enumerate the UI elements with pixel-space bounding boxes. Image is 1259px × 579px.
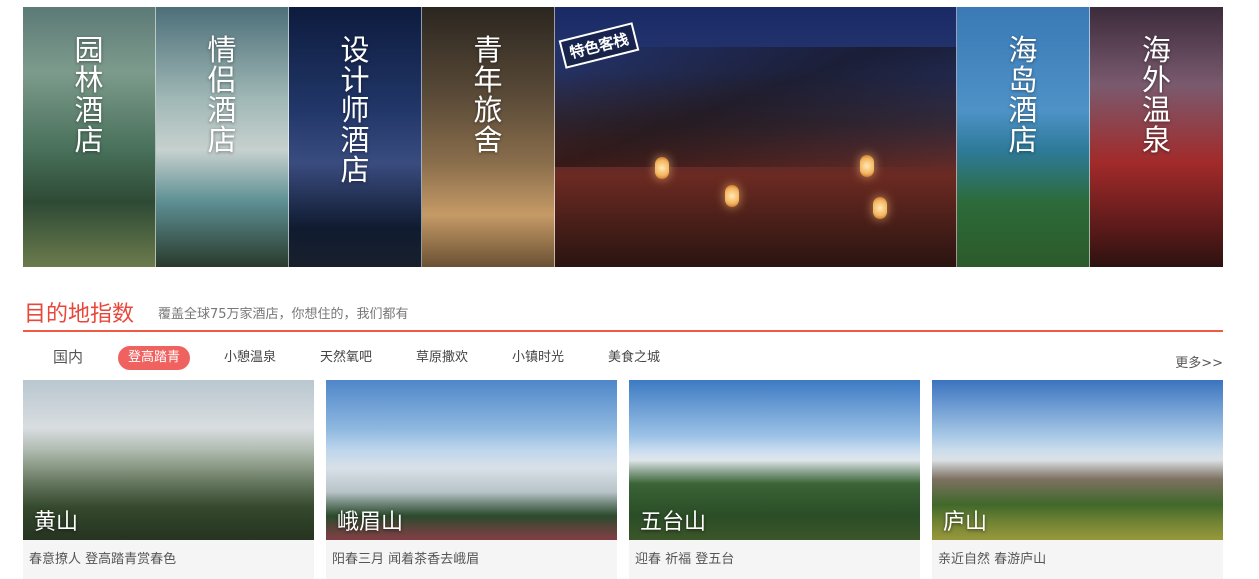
banner-panel-label: 情侣酒店 [207,33,237,157]
destination-cards: 黄山 春意撩人 登高踏青赏春色 峨眉山 阳春三月 闻着茶香去峨眉 五台山 迎春 … [23,380,1223,579]
destination-caption: 迎春 祈福 登五台 [629,540,920,579]
destination-caption: 春意撩人 登高踏青赏春色 [23,540,314,579]
hotel-category-banner: 园林酒店 情侣酒店 设计师酒店 青年旅舍 特色客栈 海岛酒店 海外温泉 [23,7,1223,267]
lantern-icon [725,185,739,207]
banner-panel-label: 设计师酒店 [340,33,370,187]
destination-caption: 亲近自然 春游庐山 [932,540,1223,579]
tab-grassland[interactable]: 草原撒欢 [416,346,468,370]
section-divider [23,330,1223,332]
destination-name: 庐山 [943,510,988,535]
banner-panel-label: 园林酒店 [74,33,104,157]
destination-card-huangshan[interactable]: 黄山 春意撩人 登高踏青赏春色 [23,380,314,579]
section-subtitle: 覆盖全球75万家酒店，你想住的，我们都有 [158,307,409,322]
section-title: 目的地指数 [24,302,135,327]
destination-card-wutaishan[interactable]: 五台山 迎春 祈福 登五台 [629,380,920,579]
destination-name: 黄山 [34,510,79,535]
lantern-icon [873,197,887,219]
tab-natural-oxygen[interactable]: 天然氧吧 [320,346,372,370]
destination-card-lushan[interactable]: 庐山 亲近自然 春游庐山 [932,380,1223,579]
tab-small-town[interactable]: 小镇时光 [512,346,564,370]
banner-panel-featured-inn[interactable]: 特色客栈 [555,7,957,267]
tab-hot-spring[interactable]: 小憩温泉 [224,346,276,370]
destination-name: 五台山 [640,510,707,535]
destination-tabs: 国内 登高踏青 小憩温泉 天然氧吧 草原撒欢 小镇时光 美食之城 更多>> [23,344,1223,372]
destination-name: 峨眉山 [337,510,404,535]
more-link[interactable]: 更多>> [1175,352,1223,371]
banner-panel-overseas-hot-spring[interactable]: 海外温泉 [1090,7,1223,267]
banner-panel-island-hotel[interactable]: 海岛酒店 [957,7,1090,267]
banner-panel-label: 海外温泉 [1141,33,1171,157]
region-label[interactable]: 国内 [53,346,83,367]
destination-card-emeishan[interactable]: 峨眉山 阳春三月 闻着茶香去峨眉 [326,380,617,579]
banner-panel-label: 青年旅舍 [473,33,503,157]
tab-hiking[interactable]: 登高踏青 [118,346,191,370]
banner-panel-designer-hotel[interactable]: 设计师酒店 [289,7,422,267]
lantern-icon [655,157,669,179]
banner-panel-label: 海岛酒店 [1008,33,1038,157]
lantern-icon [860,155,874,177]
tab-food-city[interactable]: 美食之城 [608,346,660,370]
destination-caption: 阳春三月 闻着茶香去峨眉 [326,540,617,579]
banner-panel-garden-hotel[interactable]: 园林酒店 [23,7,156,267]
banner-panel-couple-hotel[interactable]: 情侣酒店 [156,7,289,267]
banner-inn-roof-shade [555,47,956,167]
banner-panel-youth-hostel[interactable]: 青年旅舍 [422,7,555,267]
